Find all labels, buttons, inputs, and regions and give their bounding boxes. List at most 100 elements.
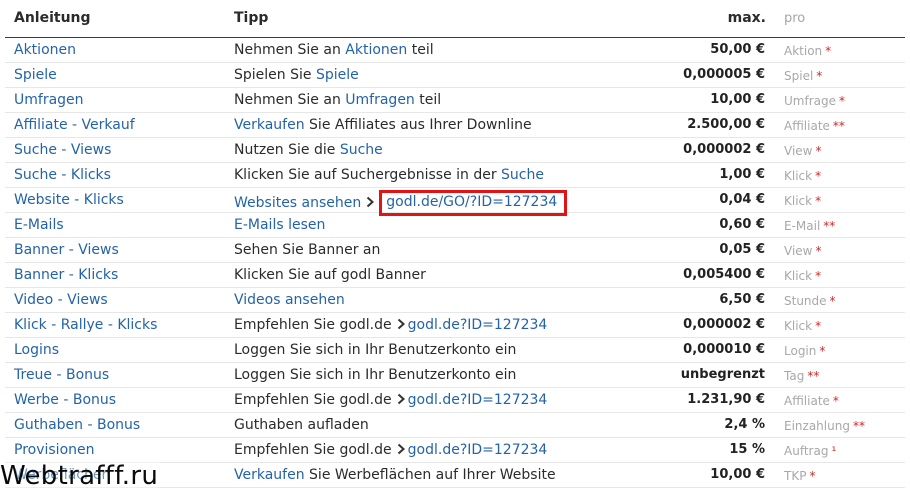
table-row: Werbe - Bonus Empfehlen Sie godl.de godl.d… (5, 388, 905, 413)
tipp-text: Loggen Sie sich in Ihr Benutzerkonto ein (234, 367, 517, 383)
row-max-value: 0,000002 € (683, 317, 765, 332)
footnote-mark: * (815, 144, 822, 158)
tipp-link[interactable]: Aktionen (345, 42, 407, 58)
footnote-mark: * (819, 344, 826, 358)
pro-unit-text: Aktion (784, 44, 823, 58)
row-pro-unit: Umfrage * (784, 92, 845, 110)
tipp-text: Empfehlen Sie godl.de (234, 392, 392, 408)
row-anleitung-link[interactable]: Aktionen (14, 41, 76, 59)
pro-unit-text: Klick (784, 319, 813, 333)
tipp-link[interactable]: Suche (340, 142, 383, 158)
row-tipp: Verkaufen Sie Werbeflächen auf Ihrer Web… (234, 466, 556, 484)
tipp-text: Sehen Sie Banner an (234, 242, 381, 258)
tipp-link[interactable]: godl.de?ID=127234 (408, 442, 548, 458)
tipp-link[interactable]: Verkaufen (234, 117, 305, 133)
column-header-tipp: Tipp (234, 10, 269, 26)
row-max-value: 0,60 € (719, 217, 765, 232)
row-tipp: Nehmen Sie an Umfragen teil (234, 91, 441, 109)
row-max-value: 50,00 € (710, 42, 765, 57)
row-anleitung-link[interactable]: Guthaben - Bonus (14, 416, 140, 434)
footnote-mark: ** (832, 119, 845, 133)
row-anleitung-link[interactable]: Provisionen (14, 441, 95, 459)
table-row: Video - Views Videos ansehen 6,50 € Stunde * (5, 288, 905, 313)
row-pro-unit: Klick * (784, 317, 821, 335)
footnote-mark: * (815, 319, 822, 333)
row-anleitung-link[interactable]: Suche - Klicks (14, 166, 111, 184)
row-max-value: 15 % (729, 442, 765, 457)
footnote-mark: * (809, 469, 816, 483)
tipp-link[interactable]: godl.de?ID=127234 (408, 392, 548, 408)
table-row: Aktionen Nehmen Sie an Aktionen teil 50,00… (5, 38, 905, 63)
row-anleitung-link[interactable]: Banner - Klicks (14, 266, 118, 284)
row-max-value: unbegrenzt (680, 367, 765, 382)
tipp-link[interactable]: Spiele (316, 67, 359, 83)
table-row: Klick - Rallye - Klicks Empfehlen Sie god… (5, 313, 905, 338)
row-max-value: 0,000005 € (683, 67, 765, 82)
tipp-text: teil (414, 92, 442, 108)
row-anleitung-link[interactable]: Video - Views (14, 291, 108, 309)
pro-unit-text: Affiliate (784, 119, 830, 133)
row-tipp: Empfehlen Sie godl.de godl.de?ID=127234 (234, 391, 547, 409)
row-pro-unit: Affiliate * (784, 392, 839, 410)
tipp-text: Nehmen Sie an (234, 42, 346, 58)
table-row: Guthaben - Bonus Guthaben aufladen 2,4 % Ei… (5, 413, 905, 438)
tipp-text: Sie Werbeflächen auf Ihrer Website (304, 467, 556, 483)
footnote-mark: * (829, 294, 836, 308)
row-max-value: 0,04 € (719, 192, 765, 207)
row-max-value: 0,000002 € (683, 142, 765, 157)
row-anleitung-link[interactable]: E-Mails (14, 216, 64, 234)
row-pro-unit: TKP * (784, 467, 815, 485)
row-anleitung-link[interactable]: Treue - Bonus (14, 366, 109, 384)
row-max-value: 0,000010 € (683, 342, 765, 357)
highlighted-url-link[interactable]: godl.de/GO/?ID=127234 (386, 194, 557, 210)
footnote-mark: * (815, 269, 822, 283)
row-tipp: Loggen Sie sich in Ihr Benutzerkonto ein (234, 341, 516, 359)
table-row: E-Mails E-Mails lesen 0,60 € E-Mail ** (5, 213, 905, 238)
row-anleitung-link[interactable]: Umfragen (14, 91, 84, 109)
footnote-mark: ¹ (831, 444, 837, 458)
tipp-link[interactable]: E-Mails lesen (234, 217, 325, 233)
row-pro-unit: View * (784, 142, 821, 160)
footnote-mark: * (816, 69, 823, 83)
pro-unit-text: View (784, 144, 813, 158)
row-tipp: Empfehlen Sie godl.de godl.de?ID=127234 (234, 316, 547, 334)
row-anleitung-link[interactable]: Website - Klicks (14, 191, 124, 209)
watermark-text: Webtrafff.ru (0, 460, 161, 492)
row-pro-unit: Login * (784, 342, 825, 360)
row-max-value: 2,4 % (724, 417, 765, 432)
pro-unit-text: Affiliate (784, 394, 830, 408)
row-pro-unit: Einzahlung ** (784, 417, 865, 435)
row-max-value: 6,50 € (719, 292, 765, 307)
tipp-link[interactable]: Umfragen (345, 92, 415, 108)
earnings-table: Anleitung Tipp max. pro Aktionen Nehmen S… (5, 0, 905, 493)
row-anleitung-link[interactable]: Affiliate - Verkauf (14, 116, 135, 134)
table-row: Suche - Views Nutzen Sie die Suche 0,00000… (5, 138, 905, 163)
column-header-max: max. (727, 10, 766, 26)
row-anleitung-link[interactable]: Werbe - Bonus (14, 391, 116, 409)
tipp-link[interactable]: Videos ansehen (234, 292, 345, 308)
row-anleitung-link[interactable]: Banner - Views (14, 241, 119, 259)
pro-unit-text: Klick (784, 194, 813, 208)
chevron-right-icon (396, 317, 406, 330)
tipp-link[interactable]: Suche (501, 167, 544, 183)
row-anleitung-link[interactable]: Spiele (14, 66, 57, 84)
row-pro-unit: Affiliate ** (784, 117, 845, 135)
column-header-anleitung: Anleitung (14, 10, 91, 26)
row-max-value: 10,00 € (710, 467, 765, 482)
row-anleitung-link[interactable]: Klick - Rallye - Klicks (14, 316, 157, 334)
footnote-mark: * (838, 94, 845, 108)
pro-unit-text: Klick (784, 269, 813, 283)
tipp-text: Empfehlen Sie godl.de (234, 317, 392, 333)
footnote-mark: ** (852, 419, 865, 433)
pro-unit-text: Einzahlung (784, 419, 850, 433)
tipp-link[interactable]: godl.de?ID=127234 (408, 317, 548, 333)
tipp-link[interactable]: Verkaufen (234, 467, 305, 483)
row-anleitung-link[interactable]: Suche - Views (14, 141, 111, 159)
table-body: Aktionen Nehmen Sie an Aktionen teil 50,00… (5, 38, 905, 488)
pro-unit-text: Klick (784, 169, 813, 183)
tipp-link[interactable]: Websites ansehen (234, 195, 361, 211)
footnote-mark: ** (807, 369, 820, 383)
table-row: Umfragen Nehmen Sie an Umfragen teil 10,00… (5, 88, 905, 113)
row-anleitung-link[interactable]: Logins (14, 341, 59, 359)
row-pro-unit: E-Mail ** (784, 217, 835, 235)
